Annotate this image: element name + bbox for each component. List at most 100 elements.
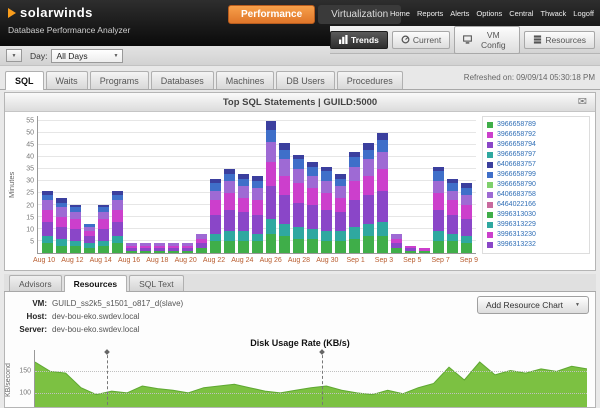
bar-segment[interactable] (140, 251, 151, 253)
bar-aug-13[interactable] (84, 116, 95, 253)
bar-segment[interactable] (447, 183, 458, 190)
bar-segment[interactable] (266, 130, 277, 142)
bar-aug-20[interactable] (182, 116, 193, 253)
bar-segment[interactable] (168, 251, 179, 253)
view-button-trends[interactable]: Trends (330, 31, 388, 49)
nav-link-options[interactable]: Options (476, 9, 502, 18)
bar-segment[interactable] (321, 231, 332, 241)
x-tick-label[interactable]: Aug 30 (316, 257, 338, 264)
bar-aug-27[interactable] (279, 116, 290, 253)
bar-segment[interactable] (70, 246, 81, 253)
bar-segment[interactable] (363, 224, 374, 236)
bar-segment[interactable] (266, 142, 277, 161)
bar-segment[interactable] (238, 198, 249, 212)
sql-statement-link[interactable]: 6406683757 (497, 160, 536, 170)
bar-segment[interactable] (363, 159, 374, 176)
view-button-resources[interactable]: Resources (524, 31, 595, 49)
bar-segment[interactable] (335, 186, 346, 198)
bar-segment[interactable] (252, 181, 263, 188)
x-tick-label[interactable]: Aug 18 (146, 257, 168, 264)
email-icon[interactable]: ✉ (578, 95, 587, 108)
bar-segment[interactable] (56, 239, 67, 246)
bar-segment[interactable] (377, 222, 388, 236)
bar-segment[interactable] (307, 229, 318, 239)
time-marker[interactable] (107, 350, 108, 408)
bar-segment[interactable] (154, 251, 165, 253)
bar-segment[interactable] (461, 236, 472, 243)
bar-segment[interactable] (321, 210, 332, 232)
bar-segment[interactable] (433, 241, 444, 253)
x-tick-label[interactable]: Aug 14 (90, 257, 112, 264)
bar-segment[interactable] (377, 191, 388, 222)
bar-segment[interactable] (349, 239, 360, 253)
x-tick-label[interactable]: Sep 9 (460, 257, 478, 264)
bar-segment[interactable] (461, 195, 472, 205)
bar-segment[interactable] (363, 150, 374, 160)
bar-sep-8[interactable] (447, 116, 458, 253)
bar-segment[interactable] (349, 181, 360, 200)
bar-segment[interactable] (70, 219, 81, 229)
bar-segment[interactable] (293, 159, 304, 169)
bar-aug-26[interactable] (266, 116, 277, 253)
bar-segment[interactable] (70, 229, 81, 241)
bar-segment[interactable] (321, 241, 332, 253)
sql-statement-link[interactable]: 3966658794 (497, 140, 536, 150)
bar-segment[interactable] (112, 200, 123, 210)
bar-segment[interactable] (349, 167, 360, 181)
bar-segment[interactable] (224, 241, 235, 253)
bar-segment[interactable] (307, 167, 318, 177)
bar-segment[interactable] (335, 241, 346, 253)
nav-link-home[interactable]: Home (390, 9, 410, 18)
bar-segment[interactable] (461, 188, 472, 195)
bar-segment[interactable] (112, 243, 123, 253)
resource-tab-resources[interactable]: Resources (64, 275, 127, 292)
bar-segment[interactable] (377, 169, 388, 191)
bar-segment[interactable] (56, 227, 67, 239)
view-button-current[interactable]: Current (392, 31, 450, 49)
sql-statement-link[interactable]: 3996313030 (497, 210, 536, 220)
sql-statement-link[interactable]: 3996313232 (497, 240, 536, 250)
bar-segment[interactable] (252, 234, 263, 241)
bar-segment[interactable] (349, 200, 360, 226)
bar-segment[interactable] (84, 248, 95, 253)
resource-tab-advisors[interactable]: Advisors (9, 275, 62, 291)
bar-aug-19[interactable] (168, 116, 179, 253)
nav-link-central[interactable]: Central (509, 9, 533, 18)
bar-segment[interactable] (279, 195, 290, 224)
bar-segment[interactable] (461, 205, 472, 219)
bar-segment[interactable] (377, 133, 388, 140)
x-tick-label[interactable]: Aug 28 (288, 257, 310, 264)
bar-segment[interactable] (293, 227, 304, 239)
tab-waits[interactable]: Waits (46, 71, 88, 89)
bar-segment[interactable] (363, 176, 374, 195)
time-marker[interactable] (322, 350, 323, 408)
bar-segment[interactable] (112, 210, 123, 222)
bar-aug-28[interactable] (293, 116, 304, 253)
bar-segment[interactable] (461, 219, 472, 236)
bar-sep-2[interactable] (363, 116, 374, 253)
bar-segment[interactable] (56, 207, 67, 217)
bar-segment[interactable] (447, 234, 458, 241)
bar-segment[interactable] (266, 162, 277, 186)
bar-sep-4[interactable] (391, 116, 402, 253)
bar-aug-12[interactable] (70, 116, 81, 253)
bar-aug-14[interactable] (98, 116, 109, 253)
bar-segment[interactable] (433, 231, 444, 241)
bar-aug-11[interactable] (56, 116, 67, 253)
bar-segment[interactable] (224, 174, 235, 181)
bar-segment[interactable] (447, 241, 458, 253)
bar-segment[interactable] (42, 222, 53, 236)
bar-aug-24[interactable] (238, 116, 249, 253)
tab-programs[interactable]: Programs (90, 71, 149, 89)
bar-segment[interactable] (224, 181, 235, 193)
bar-segment[interactable] (266, 219, 277, 233)
bar-segment[interactable] (196, 248, 207, 253)
tab-sql[interactable]: SQL (5, 71, 44, 90)
bar-segment[interactable] (42, 200, 53, 210)
bar-aug-22[interactable] (210, 116, 221, 253)
bar-segment[interactable] (210, 183, 221, 190)
bar-segment[interactable] (98, 212, 109, 219)
bar-segment[interactable] (405, 251, 416, 253)
bar-segment[interactable] (279, 224, 290, 236)
bar-segment[interactable] (321, 193, 332, 210)
